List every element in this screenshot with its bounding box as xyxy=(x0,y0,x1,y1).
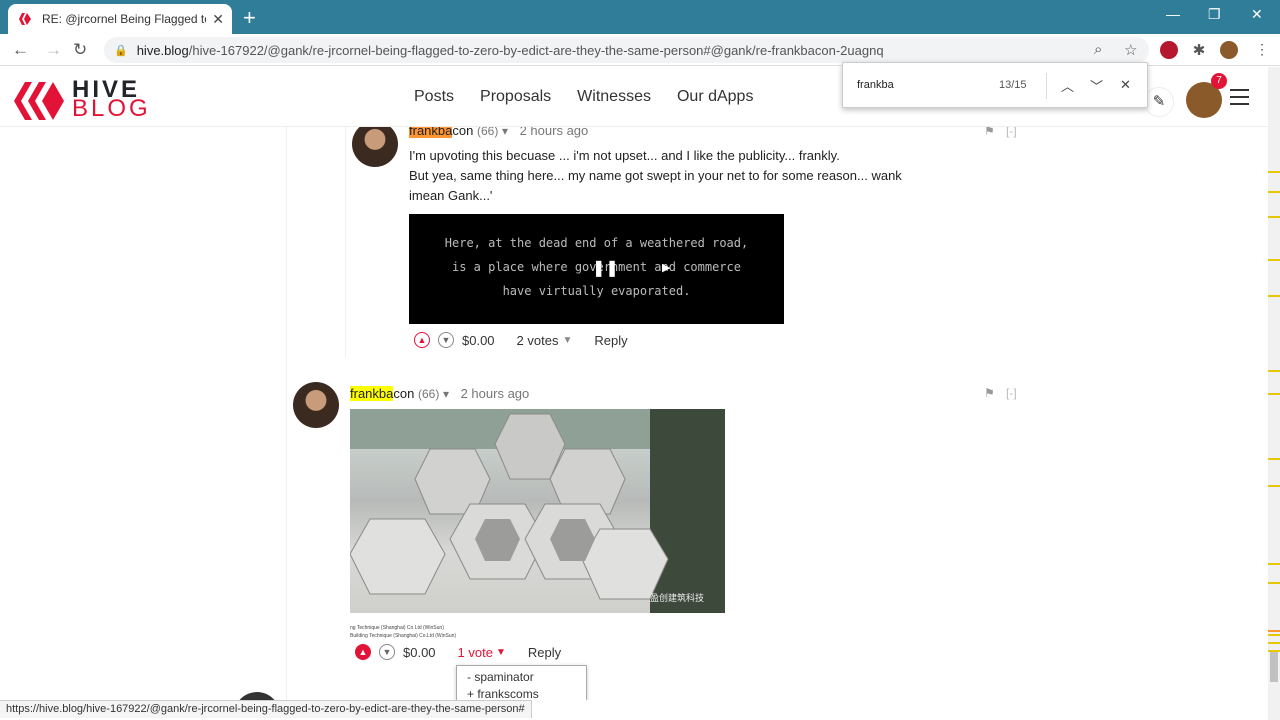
write-post-pencil-icon[interactable]: ✎ xyxy=(1144,87,1174,117)
author-menu-caret-icon[interactable]: ▾ xyxy=(443,387,449,401)
find-next-icon[interactable]: ﹀ xyxy=(1090,76,1103,95)
url-path: /hive-167922/@gank/re-jrcornel-being-fla… xyxy=(188,42,884,58)
author-menu-caret-icon[interactable]: ▾ xyxy=(502,127,508,138)
voter-item[interactable]: - spaminator xyxy=(467,669,576,686)
payout-value[interactable]: $0.00 xyxy=(403,645,436,660)
reload-icon[interactable]: ↻ xyxy=(73,40,87,60)
downvote-icon[interactable]: ▼ xyxy=(438,332,454,348)
reply-link[interactable]: Reply xyxy=(528,645,561,660)
top-nav: Posts Proposals Witnesses Our dApps xyxy=(414,88,753,106)
url-field[interactable]: 🔒 hive.blog/hive-167922/@gank/re-jrcorne… xyxy=(104,37,1149,63)
nav-witnesses[interactable]: Witnesses xyxy=(577,88,651,106)
comment-image[interactable]: 盈创建筑科技 xyxy=(350,409,725,613)
profile-avatar-icon[interactable] xyxy=(1220,41,1238,59)
hive-logo-icon[interactable] xyxy=(14,80,64,122)
page-scrollbar[interactable] xyxy=(1268,67,1280,720)
tab-title: RE: @jrcornel Being Flagged to Z xyxy=(42,12,207,26)
comment-line: But yea, same thing here... my name got … xyxy=(409,168,902,203)
downvote-icon[interactable]: ▼ xyxy=(379,644,395,660)
pause-icon[interactable]: ❚❚ xyxy=(592,258,619,278)
url-host: hive.blog xyxy=(136,42,189,58)
votes-caret-icon[interactable]: ▼ xyxy=(496,647,506,658)
forward-icon: → xyxy=(45,40,62,59)
votes-dropdown[interactable]: 2 votes xyxy=(517,333,559,348)
votes-dropdown[interactable]: 1 vote xyxy=(458,645,493,660)
comment-header: frankbacon (66) ▾ 2 hours ago xyxy=(350,386,529,401)
logo-line2: BLOG xyxy=(72,95,151,122)
bookmark-star-icon[interactable]: ☆ xyxy=(1124,41,1137,59)
lock-icon: 🔒 xyxy=(114,44,128,57)
extension-icon[interactable] xyxy=(1160,41,1178,59)
payout-value[interactable]: $0.00 xyxy=(462,333,495,348)
video-caption-line: Here, at the dead end of a weathered roa… xyxy=(444,236,749,250)
find-match-count: 13/15 xyxy=(999,79,1027,91)
hive-favicon-icon xyxy=(19,13,31,25)
collapse-toggle[interactable]: [-] xyxy=(1006,698,1017,700)
voter-item[interactable]: + frankscoms xyxy=(467,686,576,700)
find-bar: frankba 13/15 ︿ ﹀ ✕ xyxy=(842,62,1148,108)
link-status-bar: https://hive.blog/hive-167922/@gank/re-j… xyxy=(0,700,532,718)
author-reputation: (66) xyxy=(417,387,440,401)
window-close-icon[interactable]: ✕ xyxy=(1251,6,1263,23)
reply-link[interactable]: Reply xyxy=(594,333,627,348)
author-reputation: (66) xyxy=(476,127,499,138)
flag-icon[interactable]: ⚑ xyxy=(984,127,995,138)
votes-caret-icon[interactable]: ▼ xyxy=(562,335,572,346)
comment-actions: ▲ ▼ $0.00 2 votes ▼ Reply xyxy=(414,332,628,348)
comment-author-avatar[interactable] xyxy=(234,692,280,700)
concrete-planters-photo xyxy=(350,409,725,613)
find-in-page-icon[interactable]: ⌕ xyxy=(1094,41,1102,58)
image-watermark: 盈创建筑科技 xyxy=(650,593,705,603)
find-divider xyxy=(1046,73,1047,99)
new-tab-button[interactable]: + xyxy=(243,5,256,31)
tab-close-icon[interactable]: ✕ xyxy=(212,11,224,28)
image-caption: ng Technique (Shanghai) Co Ltd (WinSun) … xyxy=(350,624,456,640)
caption-line: ng Technique (Shanghai) Co Ltd (WinSun) xyxy=(350,625,444,631)
comment-header: frankbacon (66) ▾ 2 hours ago xyxy=(409,127,588,138)
collapse-toggle[interactable]: [-] xyxy=(1006,386,1017,400)
back-icon[interactable]: ← xyxy=(12,40,29,60)
restore-icon[interactable]: ❐ xyxy=(1208,6,1221,23)
comments-area: frankbacon (66) ▾ 2 hours ago ⚑ [-] I'm … xyxy=(0,127,1268,700)
nav-our-dapps[interactable]: Our dApps xyxy=(677,88,753,106)
video-caption-line: have virtually evaporated. xyxy=(502,284,691,298)
find-previous-icon[interactable]: ︿ xyxy=(1061,76,1074,95)
nav-posts[interactable]: Posts xyxy=(414,88,454,106)
hamburger-menu-icon[interactable] xyxy=(1230,89,1249,110)
find-input[interactable]: frankba xyxy=(857,79,894,91)
comment-author[interactable]: frankbacon xyxy=(350,386,414,401)
puzzle-extensions-icon[interactable]: ✱ xyxy=(1190,41,1208,59)
comment-timestamp[interactable]: 2 hours ago xyxy=(520,127,589,138)
comment-author-avatar[interactable] xyxy=(293,382,339,428)
site-logo-text[interactable]: HIVE BLOG xyxy=(72,78,151,122)
comment-body: I'm upvoting this becuase ... i'm not up… xyxy=(409,146,909,206)
notification-badge: 7 xyxy=(1211,73,1227,89)
next-icon[interactable]: ▶ xyxy=(662,261,670,274)
thread-line xyxy=(286,127,287,700)
browser-tab-bar: RE: @jrcornel Being Flagged to Z ✕ + — ❐… xyxy=(0,0,1280,34)
flag-icon[interactable]: ⚑ xyxy=(984,698,995,700)
caption-line: Building Technique (Shanghai) Co.Ltd (Wi… xyxy=(350,633,457,639)
scrollbar-thumb[interactable] xyxy=(1270,652,1278,682)
comment-actions: ▲ ▼ $0.00 1 vote ▼ Reply xyxy=(355,644,561,660)
comment-author[interactable]: frankbacon xyxy=(409,127,473,138)
comment-timestamp[interactable]: 2 hours ago xyxy=(461,386,530,401)
upvote-icon[interactable]: ▲ xyxy=(355,644,371,660)
flag-icon[interactable]: ⚑ xyxy=(984,386,995,400)
browser-tab[interactable]: RE: @jrcornel Being Flagged to Z ✕ xyxy=(8,4,232,34)
collapse-toggle[interactable]: [-] xyxy=(1006,127,1017,138)
find-close-icon[interactable]: ✕ xyxy=(1120,77,1131,93)
nav-proposals[interactable]: Proposals xyxy=(480,88,551,106)
minimize-icon[interactable]: — xyxy=(1166,6,1180,22)
voters-dropdown: - spaminator + frankscoms xyxy=(456,665,587,700)
upvote-icon[interactable]: ▲ xyxy=(414,332,430,348)
chrome-menu-icon[interactable]: ⋮ xyxy=(1253,41,1271,59)
comment-line: I'm upvoting this becuase ... i'm not up… xyxy=(409,148,840,163)
